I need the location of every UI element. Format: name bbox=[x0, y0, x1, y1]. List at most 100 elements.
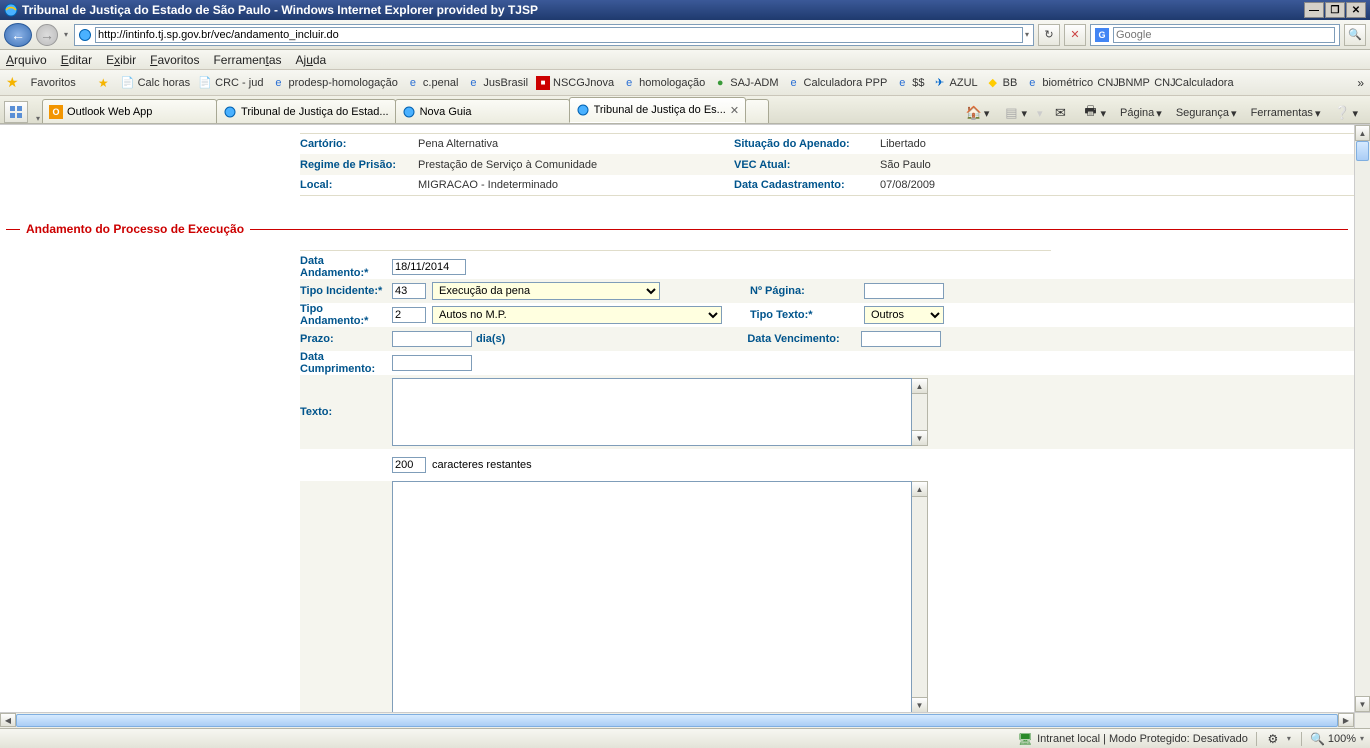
fav-prodesp[interactable]: eprodesp-homologação bbox=[271, 76, 397, 90]
tab-label: Tribunal de Justiça do Estad... bbox=[241, 106, 389, 118]
print-button[interactable]: 🖶▾ bbox=[1079, 103, 1111, 123]
data-andamento-input[interactable] bbox=[392, 259, 466, 275]
scroll-up-icon[interactable]: ▲ bbox=[912, 482, 927, 497]
safety-menu[interactable]: Segurança ▾ bbox=[1172, 105, 1241, 122]
menu-ferramentas[interactable]: Ferramentas bbox=[213, 53, 281, 67]
fav-calc-ppp[interactable]: eCalculadora PPP bbox=[787, 76, 888, 90]
fav-bnmp[interactable]: CNJBNMP bbox=[1101, 76, 1150, 90]
data-vencimento-label: Data Vencimento: bbox=[741, 333, 861, 345]
tipo-andamento-select[interactable]: Autos no M.P. bbox=[432, 306, 722, 324]
tipo-incidente-code-input[interactable] bbox=[392, 283, 426, 299]
prazo-label: Prazo: bbox=[300, 333, 392, 345]
forward-button[interactable]: → bbox=[36, 24, 58, 46]
zoom-icon: 🔍 bbox=[1310, 731, 1326, 747]
scroll-left-button[interactable]: ◀ bbox=[0, 713, 16, 727]
feeds-button[interactable]: ▤▾ bbox=[999, 103, 1031, 123]
ie-icon bbox=[223, 105, 237, 119]
textarea-scrollbar[interactable]: ▲ ▼ bbox=[912, 378, 928, 446]
fav-calc-horas[interactable]: 📄Calc horas bbox=[121, 76, 191, 90]
protected-mode-icon[interactable]: ⚙ bbox=[1265, 731, 1281, 747]
tipo-incidente-select[interactable]: Execução da pena bbox=[432, 282, 660, 300]
cartorio-label: Cartório: bbox=[300, 138, 418, 150]
help-button[interactable]: ❔▾ bbox=[1330, 103, 1362, 123]
tabs-bar: ▾ O Outlook Web App Tribunal de Justiça … bbox=[0, 96, 1370, 124]
scroll-right-button[interactable]: ▶ bbox=[1338, 713, 1354, 727]
tipo-texto-select[interactable]: Outros bbox=[864, 306, 944, 324]
fav-calculadora[interactable]: CNJCalculadora bbox=[1158, 76, 1234, 90]
back-button[interactable]: ← bbox=[4, 23, 32, 47]
fav-jusbrasil[interactable]: eJusBrasil bbox=[466, 76, 528, 90]
stop-button[interactable]: ✕ bbox=[1064, 24, 1086, 46]
scroll-up-button[interactable]: ▲ bbox=[1355, 125, 1370, 141]
hscroll-thumb[interactable] bbox=[16, 714, 1338, 727]
fav-homologacao[interactable]: ehomologação bbox=[622, 76, 705, 90]
scroll-down-icon[interactable]: ▼ bbox=[912, 430, 927, 445]
favorites-label[interactable]: Favoritos bbox=[31, 77, 76, 89]
data-vencimento-input[interactable] bbox=[861, 331, 941, 347]
url-input[interactable] bbox=[95, 27, 1023, 43]
menu-editar[interactable]: Editar bbox=[61, 53, 92, 67]
nav-history-dropdown[interactable]: ▾ bbox=[62, 30, 70, 39]
ie-logo-icon bbox=[4, 3, 18, 17]
refresh-button[interactable]: ↻ bbox=[1038, 24, 1060, 46]
fav-bb[interactable]: ◆BB bbox=[986, 76, 1018, 90]
large-textarea[interactable] bbox=[392, 481, 912, 712]
fav-overflow[interactable]: » bbox=[1357, 76, 1364, 90]
favorites-star-icon[interactable]: ★ bbox=[6, 74, 19, 91]
dias-text: dia(s) bbox=[476, 333, 505, 345]
data-cumprimento-input[interactable] bbox=[392, 355, 472, 371]
address-bar[interactable]: ▾ bbox=[74, 24, 1034, 46]
zoom-dropdown[interactable]: ▾ bbox=[1358, 734, 1366, 743]
vertical-scrollbar[interactable]: ▲ ▼ bbox=[1354, 125, 1370, 712]
close-button[interactable]: ✕ bbox=[1346, 2, 1366, 18]
scroll-up-icon[interactable]: ▲ bbox=[912, 379, 927, 394]
fav-nscgj[interactable]: ■NSCGJnova bbox=[536, 76, 614, 90]
tab-nova-guia[interactable]: Nova Guia bbox=[395, 99, 570, 123]
search-input[interactable] bbox=[1113, 27, 1335, 43]
fav-cpenal[interactable]: ec.penal bbox=[406, 76, 458, 90]
fav-dollar[interactable]: e$$ bbox=[895, 76, 924, 90]
search-button[interactable]: 🔍 bbox=[1344, 24, 1366, 46]
google-icon: G bbox=[1095, 28, 1109, 42]
quick-tabs-button[interactable] bbox=[4, 101, 28, 123]
zoom-control[interactable]: 🔍 100% ▾ bbox=[1310, 731, 1366, 747]
scroll-down-button[interactable]: ▼ bbox=[1355, 696, 1370, 712]
menu-arquivo[interactable]: Arquivo bbox=[6, 53, 47, 67]
info-table: Cartório: Pena Alternativa Situação do A… bbox=[300, 133, 1354, 196]
horizontal-scrollbar[interactable]: ◀ ▶ bbox=[0, 712, 1354, 728]
tab-outlook[interactable]: O Outlook Web App bbox=[42, 99, 217, 123]
search-box[interactable]: G bbox=[1090, 24, 1340, 46]
fav-biometrico[interactable]: ebiométrico bbox=[1025, 76, 1093, 90]
menu-exibir[interactable]: Exibir bbox=[106, 53, 136, 67]
add-favorite-icon[interactable]: ★ bbox=[98, 76, 109, 90]
tipo-andamento-code-input[interactable] bbox=[392, 307, 426, 323]
tab-tjsp-active[interactable]: Tribunal de Justiça do Es... ✕ bbox=[569, 97, 747, 123]
menu-ajuda[interactable]: Ajuda bbox=[296, 53, 327, 67]
scroll-thumb[interactable] bbox=[1356, 141, 1369, 161]
menu-favoritos[interactable]: Favoritos bbox=[150, 53, 199, 67]
new-tab-button[interactable] bbox=[745, 99, 769, 123]
fav-saj-adm[interactable]: ●SAJ-ADM bbox=[713, 76, 778, 90]
regime-value: Prestação de Serviço à Comunidade bbox=[418, 159, 734, 171]
mode-dropdown[interactable]: ▾ bbox=[1285, 734, 1293, 743]
zone-text: Intranet local | Modo Protegido: Desativ… bbox=[1037, 733, 1248, 745]
fav-crc-jud[interactable]: 📄CRC - jud bbox=[198, 76, 263, 90]
tab-tjsp-1[interactable]: Tribunal de Justiça do Estad... bbox=[216, 99, 396, 123]
url-dropdown[interactable]: ▾ bbox=[1023, 30, 1031, 39]
datacad-label: Data Cadastramento: bbox=[734, 179, 880, 191]
home-button[interactable]: 🏠▾ bbox=[962, 103, 994, 123]
restore-button[interactable]: ❐ bbox=[1325, 2, 1345, 18]
scroll-down-icon[interactable]: ▼ bbox=[912, 697, 927, 712]
minimize-button[interactable]: — bbox=[1304, 2, 1324, 18]
npagina-input[interactable] bbox=[864, 283, 944, 299]
read-mail-button[interactable]: ✉ bbox=[1049, 103, 1073, 123]
tabs-dropdown[interactable]: ▾ bbox=[34, 114, 42, 123]
fav-azul[interactable]: ✈AZUL bbox=[933, 76, 978, 90]
page-menu[interactable]: Página ▾ bbox=[1116, 105, 1166, 122]
texto-textarea[interactable] bbox=[392, 378, 912, 446]
tools-menu[interactable]: Ferramentas ▾ bbox=[1247, 105, 1325, 122]
tab-label: Outlook Web App bbox=[67, 106, 210, 118]
prazo-input[interactable] bbox=[392, 331, 472, 347]
large-textarea-scrollbar[interactable]: ▲ ▼ bbox=[912, 481, 928, 712]
tab-close-icon[interactable]: ✕ bbox=[730, 104, 739, 117]
